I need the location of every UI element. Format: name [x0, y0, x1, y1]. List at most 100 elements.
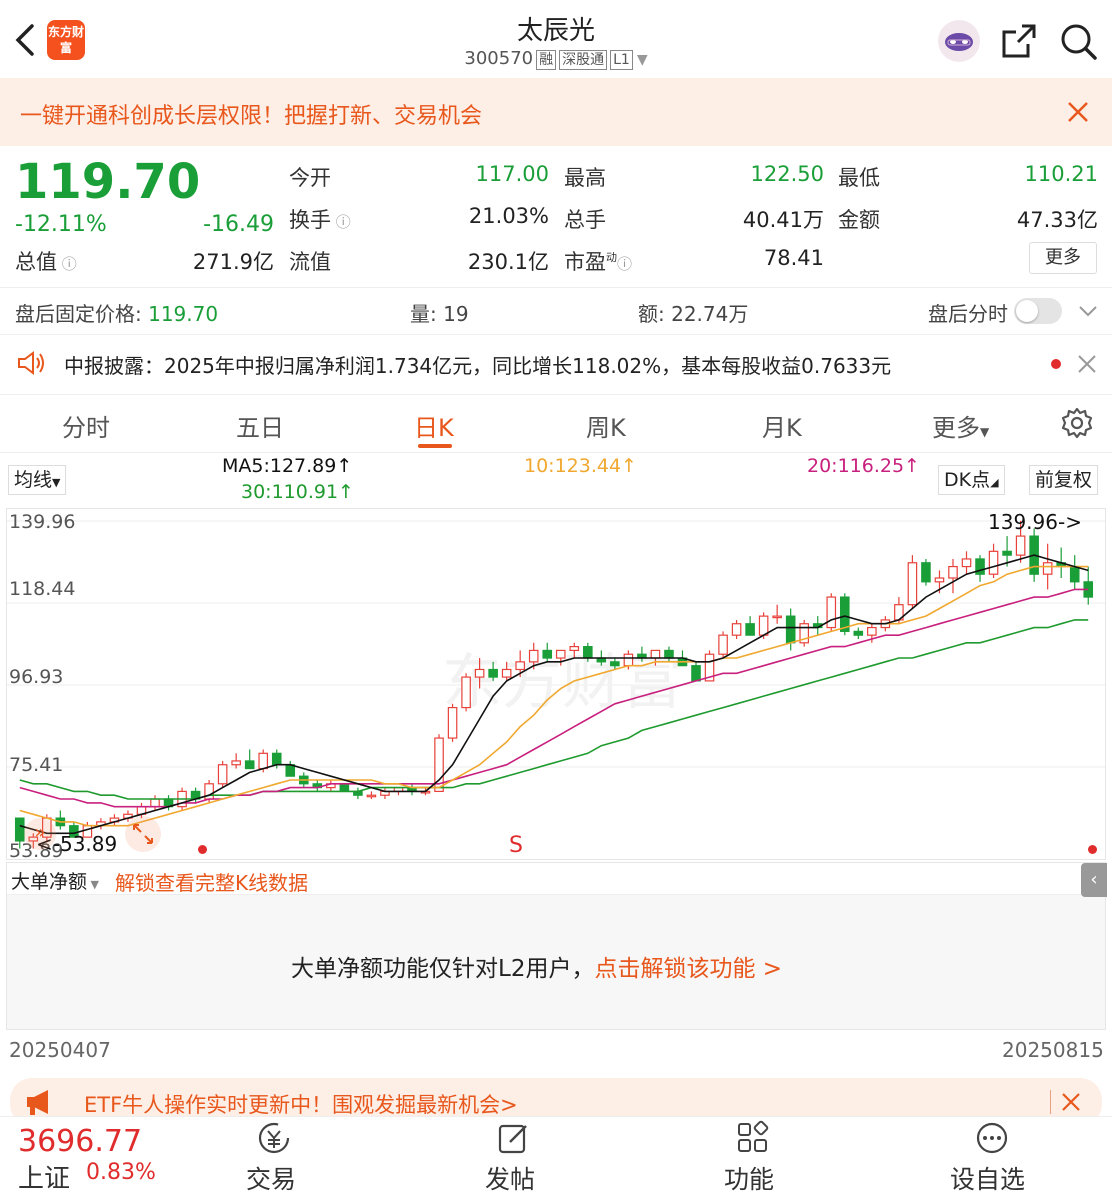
candle-body[interactable] [921, 562, 931, 583]
candle-body[interactable] [745, 623, 755, 636]
more-button[interactable]: 更多 [1029, 242, 1097, 274]
dk-point-button[interactable]: DK点◢ [938, 465, 1005, 495]
nav-function[interactable]: 功能 [724, 1160, 774, 1192]
dropdown-caret-icon[interactable]: ▼ [637, 52, 648, 68]
info-icon[interactable]: ⓘ [57, 255, 77, 273]
edit-post-icon[interactable] [496, 1120, 532, 1156]
tag-connect: 深股通 [559, 50, 608, 70]
candle-body[interactable] [691, 665, 701, 682]
candle-body[interactable] [285, 764, 296, 777]
candle-body[interactable] [907, 562, 918, 606]
watchlist-more-icon[interactable] [974, 1120, 1010, 1156]
candle-body[interactable] [853, 630, 864, 636]
float-value: 230.1亿 [467, 250, 549, 274]
candle-body[interactable] [583, 646, 593, 659]
function-grid-icon[interactable] [735, 1120, 771, 1156]
candle-body[interactable] [447, 706, 458, 739]
divider [0, 287, 1112, 288]
info-icon[interactable]: ⓘ [331, 213, 351, 231]
adjust-selector[interactable]: 前复权 [1029, 465, 1099, 495]
after-hours-price: 盘后固定价格: 119.70 [15, 302, 219, 326]
expand-icon[interactable] [125, 816, 161, 852]
candle-body[interactable] [934, 577, 945, 583]
candle-body[interactable] [867, 626, 877, 636]
kline-chart-svg[interactable]: 东方财富 [7, 509, 1105, 859]
index-value[interactable]: 3696.77 [18, 1124, 142, 1159]
open-label: 今开 [289, 166, 331, 190]
candle-body[interactable] [528, 649, 539, 663]
search-icon[interactable] [1059, 22, 1097, 60]
promo-banner[interactable]: 一键开通科创成长层权限！把握打新、交易机会 [0, 78, 1112, 146]
collapse-panel-icon[interactable]: ‹ [1081, 863, 1107, 897]
unlock-feature-link[interactable]: 点击解锁该功能 > [594, 956, 782, 982]
tab-intraday[interactable]: 分时 [62, 408, 110, 443]
kline-chart[interactable]: 东方财富 [6, 508, 1106, 860]
close-icon[interactable] [1061, 1092, 1081, 1112]
candle-body[interactable] [772, 615, 782, 619]
candle-body[interactable] [948, 565, 958, 579]
tab-daily-k[interactable]: 日K [414, 408, 454, 443]
candle-body[interactable] [244, 760, 255, 770]
candle-body[interactable] [258, 752, 269, 770]
candle-body[interactable] [650, 649, 661, 659]
assistant-avatar-icon[interactable] [938, 20, 980, 62]
candle-body[interactable] [555, 649, 566, 659]
last-price: 119.70 [15, 154, 201, 210]
nav-trade[interactable]: 交易 [246, 1160, 296, 1192]
tab-monthly-k[interactable]: 月K [762, 408, 802, 443]
candle-body[interactable] [14, 817, 25, 842]
candle-body[interactable] [501, 668, 512, 678]
tab-five-day[interactable]: 五日 [236, 408, 284, 443]
tab-weekly-k[interactable]: 周K [586, 408, 626, 443]
candle-body[interactable] [718, 634, 728, 655]
after-hours-toggle[interactable] [1014, 298, 1062, 324]
chevron-down-icon[interactable] [1078, 304, 1098, 318]
gear-icon[interactable] [1060, 406, 1094, 440]
candle-body[interactable] [610, 661, 620, 667]
candle-body[interactable] [826, 596, 837, 629]
candle-body[interactable] [542, 649, 553, 659]
trade-icon[interactable] [256, 1120, 292, 1156]
candle-body[interactable] [664, 649, 674, 659]
candle-body[interactable] [488, 668, 498, 678]
candle-body[interactable] [339, 783, 350, 793]
candle-body[interactable] [217, 764, 228, 785]
candle-body[interactable] [515, 661, 525, 671]
mktcap-value: 271.9亿 [192, 250, 274, 274]
divider [0, 394, 1112, 395]
nav-watchlist[interactable]: 设自选 [950, 1160, 1025, 1192]
divider [0, 452, 1112, 453]
open-value: 117.00 [475, 162, 549, 186]
large-order-selector[interactable]: 大单净额 ▼ [11, 867, 99, 894]
nav-post[interactable]: 发帖 [485, 1160, 535, 1192]
close-icon[interactable] [1077, 354, 1097, 374]
candle-body[interactable] [150, 798, 160, 808]
after-hours-timeshare-label: 盘后分时 [928, 302, 1008, 326]
candle-body[interactable] [366, 794, 377, 798]
unlock-kline-link[interactable]: 解锁查看完整K线数据 [115, 867, 308, 896]
candle-body[interactable] [569, 646, 580, 652]
news-ticker[interactable]: 中报披露：2025年中报归属净利润1.734亿元，同比增长118.02%，基本每… [64, 350, 891, 379]
candle-body[interactable] [461, 676, 471, 709]
candle-body[interactable] [1015, 535, 1026, 556]
candle-body[interactable] [1069, 565, 1080, 583]
tab-more[interactable]: 更多▼ [932, 408, 989, 443]
candle-body[interactable] [1042, 562, 1053, 575]
candle-body[interactable] [474, 668, 485, 678]
indicator-selector[interactable]: 均线▼ [8, 465, 67, 495]
candle-body[interactable] [785, 615, 796, 644]
fast-forward-icon[interactable]: » [24, 818, 56, 850]
candle-body[interactable] [231, 760, 241, 766]
info-icon[interactable]: ⓘ [617, 255, 632, 273]
share-icon[interactable] [1000, 22, 1038, 60]
candle-body[interactable] [1002, 550, 1012, 556]
candle-body[interactable] [271, 752, 282, 766]
close-icon[interactable] [1066, 100, 1090, 124]
change-percent: -12.11% [15, 212, 107, 237]
max-price-marker: 139.96-> [988, 510, 1082, 534]
candle-body[interactable] [961, 558, 972, 568]
candle-body[interactable] [623, 653, 634, 667]
candle-body[interactable] [731, 623, 742, 636]
candle-body[interactable] [758, 615, 769, 636]
candle-body[interactable] [988, 550, 999, 575]
